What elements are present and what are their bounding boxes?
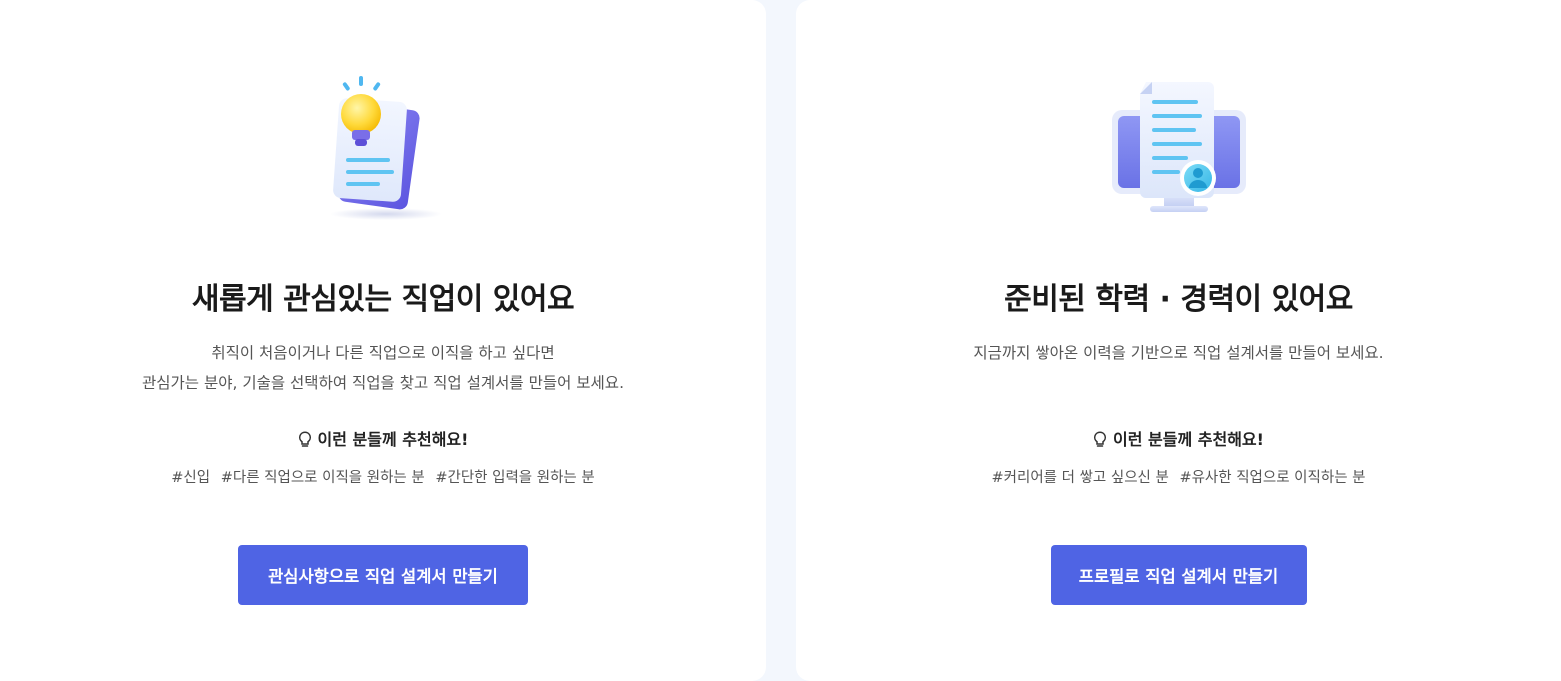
tag-list: #커리어를 더 쌓고 싶으신 분 #유사한 직업으로 이직하는 분 (796, 464, 1561, 492)
recommend-label: 이런 분들께 추천해요! (317, 430, 469, 449)
description-line: 취직이 처음이거나 다른 직업으로 이직을 하고 싶다면 (211, 344, 555, 362)
tag-list: #신입 #다른 직업으로 이직을 원하는 분 #간단한 입력을 원하는 분 (0, 464, 766, 492)
card-title: 준비된 학력 · 경력이 있어요 (1004, 282, 1353, 317)
recommend-heading: 이런 분들께 추천해요! (796, 426, 1561, 454)
create-by-profile-button[interactable]: 프로필로 직업 설계서 만들기 (1050, 545, 1307, 605)
lightbulb-document-icon (330, 76, 442, 220)
tag: #유사한 직업으로 이직하는 분 (1179, 470, 1366, 486)
description-line: 관심가는 분야, 기술을 선택하여 직업을 찾고 직업 설계서를 만들어 보세요… (142, 374, 624, 392)
lightbulb-icon (298, 431, 311, 447)
profile-card: 준비된 학력 · 경력이 있어요 지금까지 쌓아온 이력을 기반으로 직업 설계… (796, 0, 1561, 681)
tag: #커리어를 더 쌓고 싶으신 분 (991, 470, 1169, 486)
card-description: 취직이 처음이거나 다른 직업으로 이직을 하고 싶다면 관심가는 분야, 기술… (0, 338, 766, 398)
lightbulb-icon (1094, 431, 1107, 447)
tag: #다른 직업으로 이직을 원하는 분 (220, 470, 425, 486)
card-title: 새롭게 관심있는 직업이 있어요 (191, 282, 575, 317)
tag: #신입 (171, 470, 211, 486)
create-by-interest-button[interactable]: 관심사항으로 직업 설계서 만들기 (238, 545, 528, 605)
interest-card: 새롭게 관심있는 직업이 있어요 취직이 처음이거나 다른 직업으로 이직을 하… (0, 0, 766, 681)
recommend-label: 이런 분들께 추천해요! (1113, 430, 1264, 449)
resume-monitor-icon (1111, 82, 1246, 212)
card-description: 지금까지 쌓아온 이력을 기반으로 직업 설계서를 만들어 보세요. (796, 338, 1561, 368)
description-line: 지금까지 쌓아온 이력을 기반으로 직업 설계서를 만들어 보세요. (973, 344, 1384, 362)
tag: #간단한 입력을 원하는 분 (435, 470, 595, 486)
recommend-heading: 이런 분들께 추천해요! (0, 426, 766, 454)
